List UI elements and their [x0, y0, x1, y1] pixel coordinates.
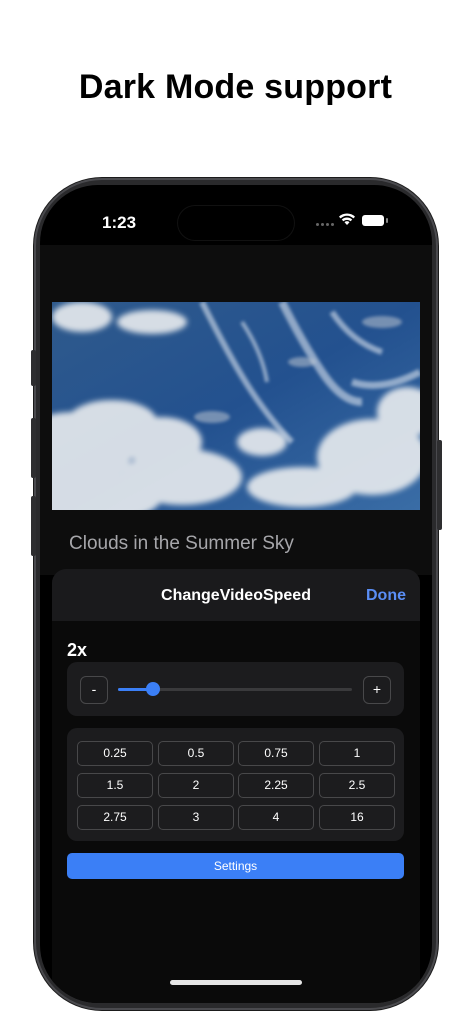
home-indicator [170, 980, 302, 985]
speed-preset-button[interactable]: 0.5 [158, 741, 234, 766]
cellular-signal-icon [316, 223, 334, 226]
volume-up-button [31, 418, 36, 478]
speed-preset-button[interactable]: 4 [238, 805, 314, 830]
battery-tip [386, 218, 388, 223]
status-bar: 1:23 [40, 185, 432, 245]
page-headline: Dark Mode support [78, 68, 393, 106]
speed-preset-button[interactable]: 16 [319, 805, 395, 830]
speed-preset-button[interactable]: 0.75 [238, 741, 314, 766]
power-button [437, 440, 442, 530]
phone-screen: 1:23 Clouds in the Summer Sky ChangeVide… [40, 185, 432, 1003]
volume-down-button [31, 496, 36, 556]
current-speed-label: 2x [67, 640, 88, 660]
dynamic-island [178, 206, 294, 240]
speed-preset-button[interactable]: 2 [158, 773, 234, 798]
video-player[interactable] [52, 302, 420, 510]
video-title: Clouds in the Summer Sky [69, 533, 294, 554]
settings-button[interactable]: Settings [67, 853, 404, 879]
speed-preset-button[interactable]: 2.5 [319, 773, 395, 798]
done-button[interactable]: Done [366, 587, 406, 605]
slider-thumb[interactable] [146, 682, 161, 696]
speed-preset-button[interactable]: 1 [319, 741, 395, 766]
battery-icon [362, 215, 384, 226]
mute-switch [31, 350, 36, 386]
decrement-button[interactable]: - [80, 676, 108, 704]
speed-preset-button[interactable]: 2.75 [77, 805, 153, 830]
speed-preset-button[interactable]: 2.25 [238, 773, 314, 798]
speed-preset-button[interactable]: 0.25 [77, 741, 153, 766]
increment-button[interactable]: + [363, 676, 391, 704]
speed-preset-button[interactable]: 3 [158, 805, 234, 830]
wifi-icon [339, 213, 355, 225]
status-time: 1:23 [102, 213, 137, 232]
speed-preset-button[interactable]: 1.5 [77, 773, 153, 798]
